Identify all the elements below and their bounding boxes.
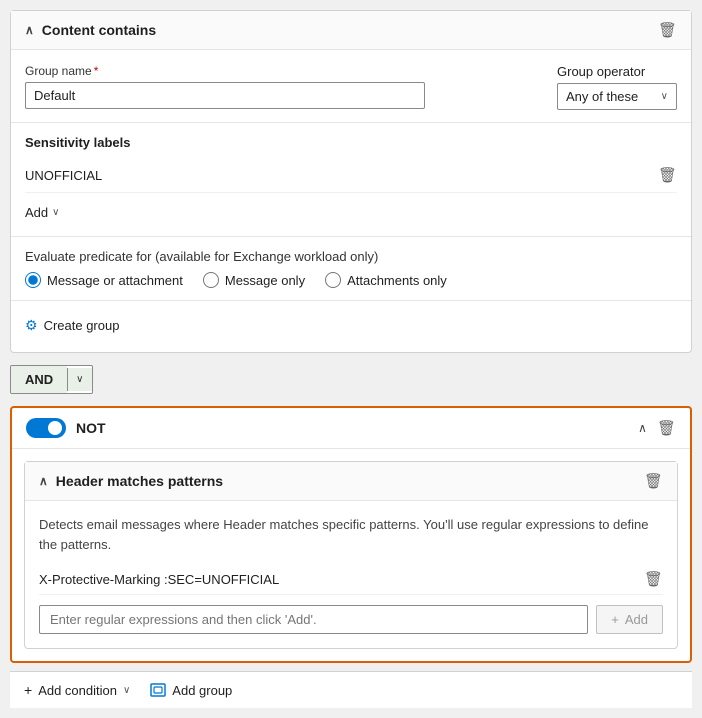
delete-pattern-item-icon[interactable]: 🗑 — [644, 570, 663, 588]
delete-header-matches-icon[interactable]: 🗑 — [644, 472, 663, 490]
sensitivity-labels-section: Sensitivity labels UNOFFICIAL 🗑 Add ∨ — [25, 135, 677, 224]
pattern-item: X-Protective-Marking :SEC=UNOFFICIAL 🗑 — [39, 564, 663, 595]
radio-attachments-only-input[interactable] — [325, 272, 341, 288]
add-sensitivity-btn[interactable]: Add ∨ — [25, 201, 677, 224]
header-matches-description: Detects email messages where Header matc… — [39, 515, 663, 554]
collapse-icon[interactable]: ∧ — [25, 23, 34, 37]
add-group-label: Add group — [172, 683, 232, 698]
evaluate-section: Evaluate predicate for (available for Ex… — [25, 249, 677, 288]
radio-message-or-attachment-input[interactable] — [25, 272, 41, 288]
and-btn-arrow[interactable]: ∨ — [67, 368, 91, 391]
add-expression-plus-icon: + — [611, 612, 619, 627]
group-operator-value: Any of these — [566, 89, 638, 104]
add-expression-row: + Add — [39, 605, 663, 634]
group-name-group: Group name* — [25, 64, 425, 109]
header-matches-body: Detects email messages where Header matc… — [25, 501, 677, 648]
not-collapse-icon[interactable]: ∧ — [638, 421, 647, 435]
section-divider-1 — [11, 122, 691, 123]
group-name-label: Group name* — [25, 64, 425, 78]
radio-message-or-attachment[interactable]: Message or attachment — [25, 272, 183, 288]
bottom-bar: + Add condition ∨ Add group — [10, 671, 692, 708]
create-group-label: Create group — [44, 318, 120, 333]
radio-message-only-input[interactable] — [203, 272, 219, 288]
content-contains-card: ∧ Content contains 🗑 Group name* Group o… — [10, 10, 692, 353]
not-label: NOT — [76, 420, 106, 436]
evaluate-label: Evaluate predicate for (available for Ex… — [25, 249, 677, 264]
add-label: Add — [25, 205, 48, 220]
add-expression-btn[interactable]: + Add — [596, 605, 663, 634]
not-header-left: NOT — [26, 418, 106, 438]
group-name-row: Group name* Group operator Any of these … — [25, 64, 677, 110]
radio-message-only[interactable]: Message only — [203, 272, 305, 288]
sensitivity-item: UNOFFICIAL 🗑 — [25, 158, 677, 193]
and-btn-main[interactable]: AND — [11, 366, 67, 393]
not-toggle-slider — [26, 418, 66, 438]
regex-input[interactable] — [39, 605, 588, 634]
content-contains-header: ∧ Content contains 🗑 — [11, 11, 691, 50]
content-contains-title-group: ∧ Content contains — [25, 22, 156, 38]
radio-attachments-only-label: Attachments only — [347, 273, 447, 288]
group-operator-select[interactable]: Any of these ∨ — [557, 83, 677, 110]
add-chevron-icon: ∨ — [52, 207, 59, 218]
radio-message-only-label: Message only — [225, 273, 305, 288]
pattern-item-label: X-Protective-Marking :SEC=UNOFFICIAL — [39, 572, 279, 587]
not-section: NOT ∧ 🗑 ∧ Header matches patterns 🗑 Dete… — [10, 406, 692, 663]
content-contains-title: Content contains — [42, 22, 156, 38]
sensitivity-item-label: UNOFFICIAL — [25, 168, 102, 183]
add-condition-button[interactable]: + Add condition ∨ — [24, 682, 130, 698]
group-name-input[interactable] — [25, 82, 425, 109]
not-header-right: ∧ 🗑 — [638, 419, 676, 437]
section-divider-3 — [11, 300, 691, 301]
section-divider-2 — [11, 236, 691, 237]
add-expression-label: Add — [625, 612, 648, 627]
group-operator-label: Group operator — [557, 64, 677, 79]
add-condition-chevron-icon: ∨ — [123, 685, 130, 696]
group-operator-group: Group operator Any of these ∨ — [557, 64, 677, 110]
content-contains-body: Group name* Group operator Any of these … — [11, 50, 691, 352]
create-group-button[interactable]: ⚙ Create group — [25, 313, 677, 338]
delete-sensitivity-item-icon[interactable]: 🗑 — [658, 166, 677, 184]
header-matches-header: ∧ Header matches patterns 🗑 — [25, 462, 677, 501]
not-toggle[interactable] — [26, 418, 66, 438]
not-header: NOT ∧ 🗑 — [12, 408, 690, 449]
and-operator-btn[interactable]: AND ∨ — [10, 365, 93, 394]
radio-group: Message or attachment Message only Attac… — [25, 272, 677, 288]
group-operator-arrow-icon: ∨ — [661, 91, 668, 102]
header-matches-title-group: ∧ Header matches patterns — [39, 473, 223, 489]
and-container: AND ∨ — [10, 361, 692, 398]
header-matches-card: ∧ Header matches patterns 🗑 Detects emai… — [24, 461, 678, 649]
delete-not-section-icon[interactable]: 🗑 — [657, 419, 676, 437]
radio-attachments-only[interactable]: Attachments only — [325, 272, 447, 288]
add-group-icon — [150, 683, 166, 697]
header-matches-collapse-icon[interactable]: ∧ — [39, 474, 48, 488]
add-condition-plus-icon: + — [24, 682, 32, 698]
sensitivity-labels-title: Sensitivity labels — [25, 135, 677, 150]
radio-message-or-attachment-label: Message or attachment — [47, 273, 183, 288]
create-group-icon: ⚙ — [25, 317, 38, 334]
add-group-button[interactable]: Add group — [150, 683, 232, 698]
add-condition-label: Add condition — [38, 683, 117, 698]
delete-content-contains-icon[interactable]: 🗑 — [658, 21, 677, 39]
header-matches-title: Header matches patterns — [56, 473, 223, 489]
